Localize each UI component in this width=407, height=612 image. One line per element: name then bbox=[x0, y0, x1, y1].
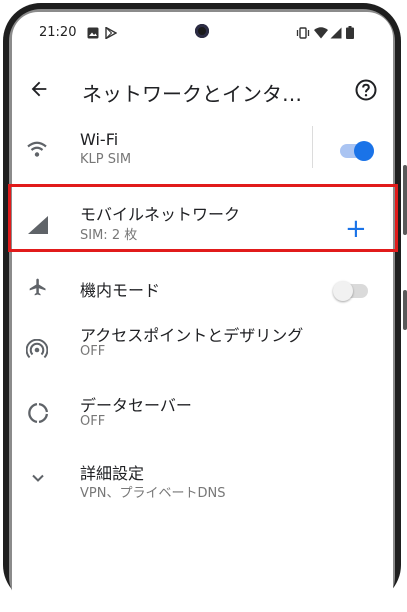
help-icon[interactable] bbox=[354, 78, 378, 106]
setting-subtitle: OFF bbox=[80, 344, 106, 359]
status-time: 21:20 bbox=[39, 25, 77, 40]
volume-button bbox=[403, 165, 407, 235]
setting-title: Wi-Fi bbox=[80, 130, 119, 149]
power-button bbox=[403, 290, 407, 330]
data-saver-icon bbox=[27, 402, 49, 428]
vibrate-icon bbox=[296, 24, 310, 43]
airplane-icon bbox=[28, 277, 48, 301]
setting-subtitle: VPN、プライベートDNS bbox=[80, 486, 226, 501]
hotspot-icon bbox=[25, 338, 49, 365]
airplane-mode-toggle[interactable] bbox=[333, 281, 368, 301]
divider bbox=[312, 126, 313, 168]
app-bar: ネットワークとインタ… bbox=[12, 66, 393, 114]
page-title: ネットワークとインタ… bbox=[82, 82, 302, 106]
setting-title: 詳細設定 bbox=[80, 464, 145, 483]
arrow-back-icon[interactable] bbox=[28, 78, 50, 104]
chevron-down-icon bbox=[30, 470, 46, 490]
toggle-knob bbox=[333, 281, 353, 301]
front-camera bbox=[195, 24, 209, 38]
wifi-icon bbox=[26, 140, 48, 162]
setting-title: 機内モード bbox=[80, 281, 161, 300]
wifi-toggle[interactable] bbox=[340, 141, 374, 161]
setting-row-data-saver[interactable]: データセーバー OFF bbox=[12, 390, 393, 434]
setting-subtitle: KLP SIM bbox=[80, 152, 132, 167]
setting-title: アクセスポイントとデザリング bbox=[80, 326, 304, 345]
setting-row-hotspot-tethering[interactable]: アクセスポイントとデザリング OFF bbox=[12, 322, 393, 366]
wifi-icon bbox=[314, 24, 328, 43]
image-icon bbox=[87, 24, 99, 43]
signal-icon bbox=[330, 24, 342, 43]
status-bar: 21:20 bbox=[12, 12, 393, 52]
setting-row-advanced[interactable]: 詳細設定 VPN、プライベートDNS bbox=[12, 458, 393, 502]
battery-icon bbox=[346, 24, 354, 43]
screen: 21:20 ネットワークとインタ… Wi-Fi KLP SIM モバイルネットワ… bbox=[12, 12, 393, 612]
play-store-icon bbox=[105, 24, 118, 43]
setting-title: データセーバー bbox=[80, 396, 192, 415]
toggle-knob bbox=[354, 141, 374, 161]
highlight-box bbox=[8, 184, 398, 252]
setting-row-wifi[interactable]: Wi-Fi KLP SIM bbox=[12, 128, 393, 172]
setting-subtitle: OFF bbox=[80, 414, 106, 429]
